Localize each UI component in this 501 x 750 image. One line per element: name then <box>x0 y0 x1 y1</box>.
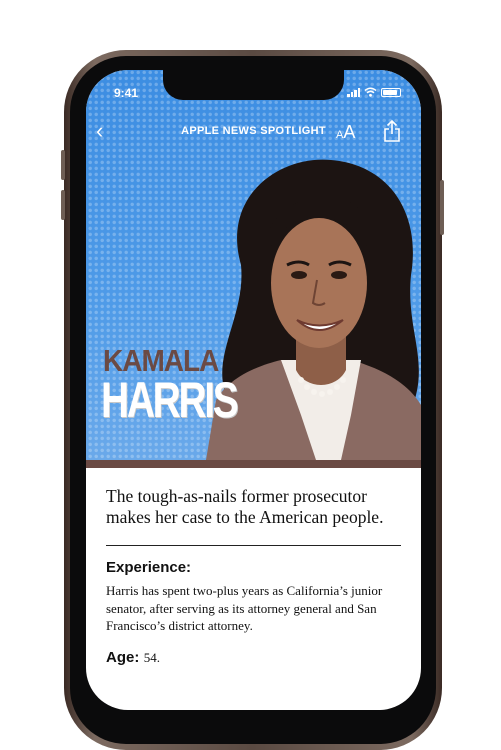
nav-title: APPLE NEWS SPOTLIGHT <box>181 125 326 137</box>
phone-screen: 9:41 ‹ APPLE NEWS SPOTLIGHT AA KAMALA HA… <box>86 70 421 710</box>
power-button <box>440 180 444 235</box>
volume-down-button <box>61 190 65 220</box>
article-dek: The tough-as-nails former prosecutor mak… <box>106 486 384 527</box>
wifi-icon <box>364 87 377 97</box>
age-label: Age: <box>106 648 140 666</box>
experience-text: Harris has spent two-plus years as Calif… <box>106 583 383 633</box>
hero-last-name: HARRIS <box>101 372 239 428</box>
status-time: 9:41 <box>114 86 139 100</box>
cellular-signal-icon <box>347 88 360 97</box>
age-value: 54. <box>143 649 161 665</box>
article-body: The tough-as-nails former prosecutor mak… <box>106 486 401 667</box>
status-icons <box>347 87 401 97</box>
experience-heading: Experience: <box>106 559 192 576</box>
text-size-large-icon: A <box>343 122 356 142</box>
section-divider <box>106 545 401 546</box>
share-icon[interactable] <box>383 119 401 143</box>
hero-illustration: 9:41 ‹ APPLE NEWS SPOTLIGHT AA KAMALA HA… <box>86 70 421 460</box>
volume-up-button <box>61 150 65 180</box>
text-size-button[interactable]: AA <box>336 122 355 143</box>
battery-icon <box>381 88 401 97</box>
notch <box>163 70 344 100</box>
hero-divider-stripe <box>86 460 421 468</box>
age-row: Age: 54. <box>106 649 401 667</box>
